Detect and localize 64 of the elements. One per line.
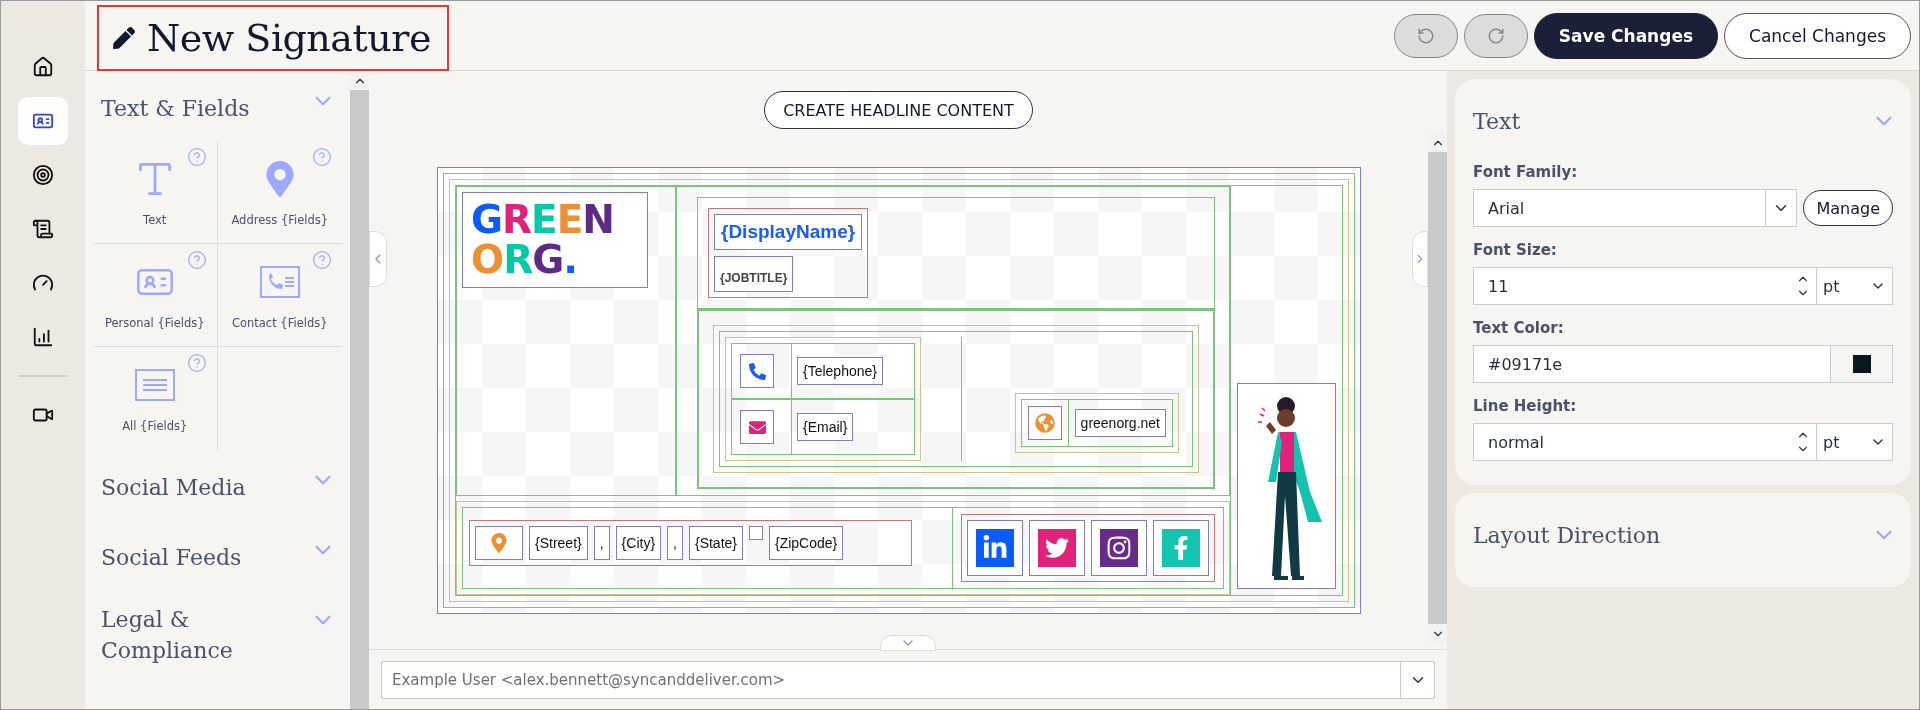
page-title: New Signature	[147, 15, 431, 60]
pencil-icon	[113, 26, 135, 49]
address-field[interactable]: {City}	[615, 526, 662, 560]
tile-label: All {Fields}	[122, 418, 188, 435]
section-title: Social Media	[101, 473, 246, 502]
website-field[interactable]: greenorg.net	[1074, 409, 1166, 437]
headline-button[interactable]: CREATE HEADLINE CONTENT	[764, 91, 1033, 129]
field-label: Font Size:	[1473, 241, 1558, 259]
field-tile[interactable]: Text	[93, 141, 218, 244]
twitter-icon[interactable]	[1038, 529, 1076, 567]
undo-icon	[1416, 26, 1435, 45]
phone-card-icon	[259, 266, 300, 298]
color-swatch[interactable]	[1852, 355, 1871, 373]
address-field[interactable]: {Street}	[529, 526, 588, 560]
redo-icon	[1486, 26, 1505, 45]
job-title-field[interactable]: {JOBTITLE}	[714, 256, 794, 292]
number-field[interactable]: 11 pt	[1473, 267, 1893, 305]
collapse-right-handle[interactable]	[1412, 231, 1428, 287]
chart-icon	[32, 326, 54, 348]
list-card-icon	[134, 369, 175, 401]
field-tile[interactable]: Address {Fields}	[217, 141, 342, 244]
manage-button[interactable]: Manage	[1803, 190, 1893, 226]
display-name-field[interactable]: {DisplayName}	[714, 214, 863, 250]
field-tile[interactable]: Contact {Fields}	[217, 244, 342, 347]
field-label: Font Family:	[1473, 163, 1579, 181]
section-title: Social Feeds	[101, 543, 242, 572]
section-title: Text & Fields	[101, 94, 250, 123]
sender-select[interactable]: Example User <alex.bennett@syncanddeliver.com>	[381, 660, 1435, 699]
home-icon	[32, 56, 54, 78]
scrollbar[interactable]	[1428, 133, 1447, 643]
empty-placeholder	[749, 526, 763, 540]
tile-label: Contact {Fields}	[231, 315, 328, 332]
cancel-button[interactable]: Cancel Changes	[1724, 12, 1911, 59]
email-field[interactable]: {Email}	[797, 413, 854, 441]
address-field[interactable]: ,	[667, 526, 683, 560]
linkedin-icon[interactable]	[976, 529, 1014, 567]
card-nav-button[interactable]	[18, 97, 68, 145]
section-title: Legal & Compliance	[101, 606, 234, 665]
address-field[interactable]: ,	[593, 526, 610, 560]
tile-label: Text	[143, 212, 167, 229]
unit-select[interactable]: pt	[1823, 432, 1840, 452]
address-field[interactable]: {ZipCode}	[769, 526, 844, 560]
field-label: Text Color:	[1473, 319, 1565, 337]
tile-label: Personal {Fields}	[104, 315, 205, 332]
scrollbar[interactable]	[350, 71, 369, 709]
phone-field[interactable]: {Telephone}	[797, 357, 883, 385]
field-tile[interactable]: Personal {Fields}	[93, 244, 218, 347]
instagram-icon[interactable]	[1100, 529, 1138, 567]
color-field[interactable]: #09171e	[1473, 345, 1893, 383]
field-tile[interactable]: All {Fields}	[93, 347, 218, 450]
unit-select[interactable]: pt	[1823, 276, 1840, 296]
field-label: Line Height:	[1473, 397, 1578, 415]
number-field[interactable]: normal pt	[1473, 423, 1893, 461]
logo: GREEN ORG.	[462, 192, 648, 288]
section-title: Text	[1473, 107, 1521, 136]
address-field[interactable]: {State}	[688, 526, 743, 560]
scroll-icon	[32, 218, 54, 240]
tile-label: Address {Fields}	[231, 212, 329, 229]
save-button[interactable]: Save Changes	[1533, 12, 1719, 59]
collapse-left-handle[interactable]	[369, 231, 387, 287]
font-family-select[interactable]: Arial	[1473, 189, 1798, 227]
section-title: Layout Direction	[1473, 521, 1661, 550]
collapse-bottom-handle[interactable]	[880, 635, 936, 651]
target-icon	[32, 164, 54, 186]
